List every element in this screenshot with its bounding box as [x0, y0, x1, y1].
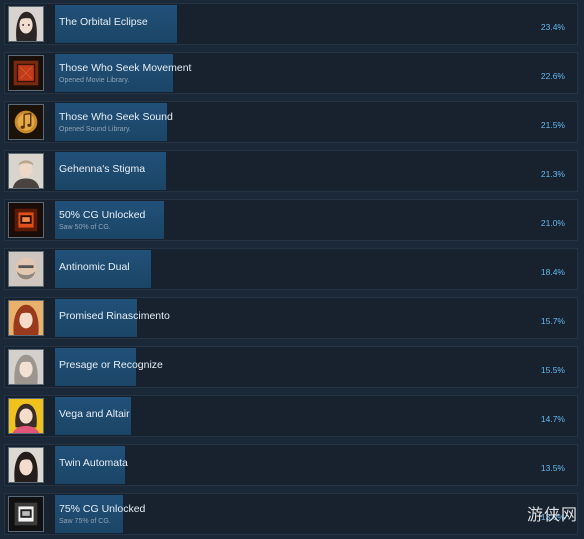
achievement-row[interactable]: 75% CG Unlocked Saw 75% of CG. 13.0% — [4, 493, 578, 535]
site-watermark: 游侠网 — [526, 505, 578, 524]
achievement-row[interactable]: Twin Automata 13.5% — [4, 444, 578, 486]
achievement-name: Vega and Altair — [59, 408, 130, 420]
achievement-row[interactable]: Gehenna's Stigma 21.3% — [4, 150, 578, 192]
achievement-row[interactable]: 50% CG Unlocked Saw 50% of CG. 21.0% — [4, 199, 578, 241]
unlock-percentage: 13.5% — [540, 463, 565, 473]
unlock-percentage: 15.5% — [540, 365, 565, 375]
unlock-percentage: 18.4% — [540, 267, 565, 277]
red-hair-girl-portrait-icon — [8, 300, 44, 336]
achievement-name: Antinomic Dual — [59, 261, 130, 273]
movie-library-icon — [8, 55, 44, 91]
unlock-percentage: 15.7% — [540, 316, 565, 326]
grey-hair-girl-portrait-icon — [8, 349, 44, 385]
achievement-description: Saw 50% of CG. — [59, 224, 111, 231]
man-portrait-icon — [8, 153, 44, 189]
achievement-list: The Orbital Eclipse 23.4% Those Who Seek… — [0, 0, 584, 539]
achievement-name: 50% CG Unlocked — [59, 209, 146, 221]
achievement-name: Presage or Recognize — [59, 359, 163, 371]
achievement-name: Those Who Seek Sound — [59, 111, 173, 123]
cg-gallery-icon — [8, 202, 44, 238]
achievement-description: Opened Sound Library. — [59, 126, 131, 133]
achievement-row[interactable]: Promised Rinascimento 15.7% — [4, 297, 578, 339]
girl-yellow-background-portrait-icon — [8, 398, 44, 434]
achievement-name: Twin Automata — [59, 457, 128, 469]
achievement-name: Those Who Seek Movement — [59, 62, 192, 74]
achievement-description: Saw 75% of CG. — [59, 518, 111, 525]
achievement-row[interactable]: Antinomic Dual 18.4% — [4, 248, 578, 290]
achievement-name: Promised Rinascimento — [59, 310, 170, 322]
achievement-description: Opened Movie Library. — [59, 77, 130, 84]
unlock-percentage: 14.7% — [540, 414, 565, 424]
bearded-man-portrait-icon — [8, 251, 44, 287]
unlock-percentage: 22.6% — [540, 71, 565, 81]
girl-dark-hair-portrait-icon — [8, 6, 44, 42]
unlock-percentage: 21.5% — [540, 120, 565, 130]
music-note-icon — [8, 104, 44, 140]
achievement-name: The Orbital Eclipse — [59, 16, 148, 28]
achievement-name: 75% CG Unlocked — [59, 503, 146, 515]
cg-gallery-white-icon — [8, 496, 44, 532]
achievement-row[interactable]: Those Who Seek Movement Opened Movie Lib… — [4, 52, 578, 94]
achievement-name: Gehenna's Stigma — [59, 163, 146, 175]
unlock-percentage: 21.0% — [540, 218, 565, 228]
unlock-percentage: 23.4% — [540, 22, 565, 32]
dark-hair-girl-portrait-icon — [8, 447, 44, 483]
achievement-row[interactable]: Presage or Recognize 15.5% — [4, 346, 578, 388]
achievement-row[interactable]: Vega and Altair 14.7% — [4, 395, 578, 437]
achievement-row[interactable]: The Orbital Eclipse 23.4% — [4, 3, 578, 45]
achievement-row[interactable]: Those Who Seek Sound Opened Sound Librar… — [4, 101, 578, 143]
unlock-percentage: 21.3% — [540, 169, 565, 179]
